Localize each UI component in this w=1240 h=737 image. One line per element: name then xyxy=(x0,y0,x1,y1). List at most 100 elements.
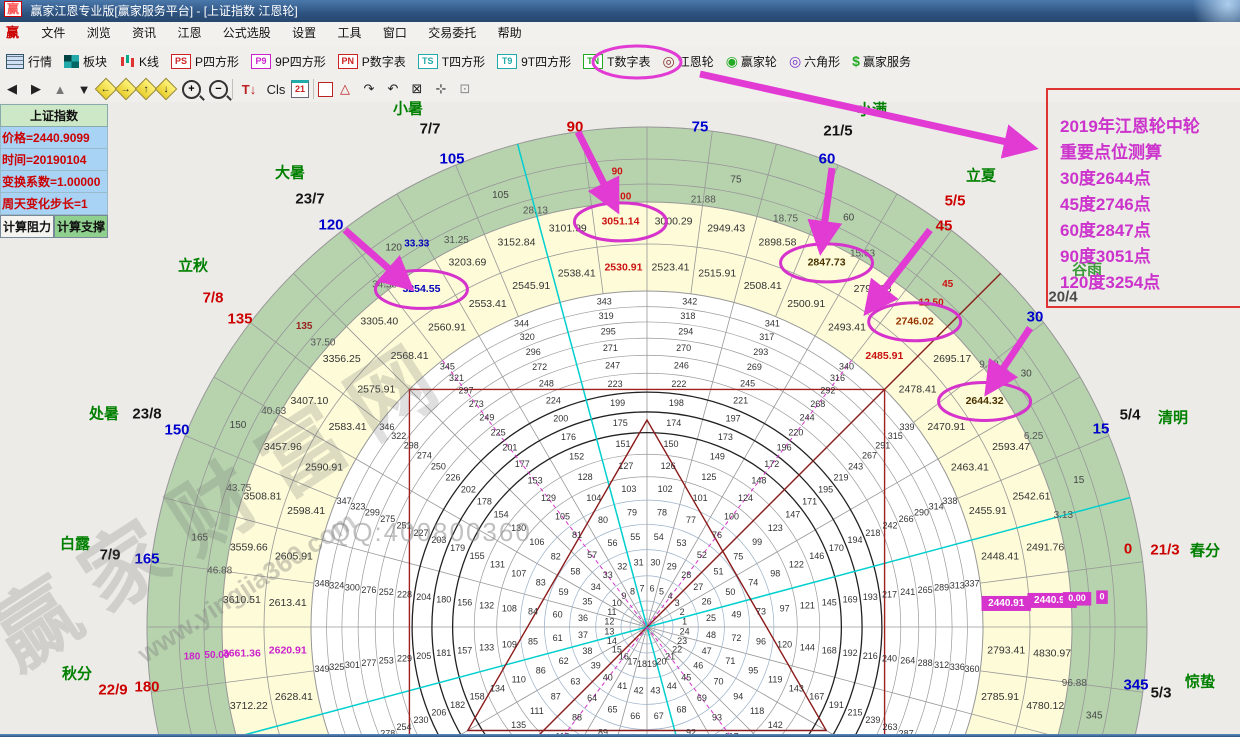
menu-file[interactable]: 文件 xyxy=(32,22,74,45)
svg-text:51: 51 xyxy=(714,566,724,576)
toolbar-t-square-button[interactable]: TS T四方形 xyxy=(412,49,491,73)
svg-text:129: 129 xyxy=(541,493,556,503)
toolbar-hexagon-button[interactable]: ◎ 六角形 xyxy=(783,49,846,73)
svg-text:87: 87 xyxy=(551,691,561,701)
menu-news[interactable]: 资讯 xyxy=(123,22,165,45)
svg-text:124: 124 xyxy=(738,493,753,503)
wheel-label-清明: 清明 xyxy=(1158,407,1188,428)
toolbar-p-square-button[interactable]: PS P四方形 xyxy=(165,49,245,73)
svg-text:17: 17 xyxy=(627,656,637,666)
ts-badge-icon: TS xyxy=(418,54,438,69)
toolbar-winner-wheel-button[interactable]: ◉ 赢家轮 xyxy=(720,49,783,73)
up-triangle-icon[interactable]: ▲ xyxy=(48,78,72,100)
time-axis-icon[interactable]: T↓ xyxy=(237,78,261,100)
rotate-cw-icon[interactable]: ↷ xyxy=(357,78,381,100)
svg-text:321: 321 xyxy=(449,373,464,383)
menu-settings[interactable]: 设置 xyxy=(283,22,325,45)
diamond-down-icon[interactable]: ↓ xyxy=(155,78,178,101)
toolbar-9p-square-button[interactable]: P9 9P四方形 xyxy=(245,49,332,73)
toolbar-t-number-table-button[interactable]: TN T数字表 xyxy=(577,49,656,73)
square-tool-icon[interactable] xyxy=(318,82,333,97)
svg-text:200: 200 xyxy=(553,413,568,423)
svg-text:60: 60 xyxy=(553,610,563,620)
svg-text:88: 88 xyxy=(572,713,582,723)
svg-text:6.25: 6.25 xyxy=(1024,431,1044,442)
sectors-blocks-icon xyxy=(64,55,79,68)
menu-trade[interactable]: 交易委托 xyxy=(419,22,485,45)
svg-text:3610.51: 3610.51 xyxy=(223,594,261,606)
svg-text:31: 31 xyxy=(634,557,644,567)
calc-support-button[interactable]: 计算支撑 xyxy=(54,215,108,238)
svg-text:96.88: 96.88 xyxy=(1062,678,1087,689)
forward-arrow-icon[interactable]: ▶ xyxy=(24,78,48,100)
svg-text:176: 176 xyxy=(561,432,576,442)
svg-text:25: 25 xyxy=(706,613,716,623)
svg-text:182: 182 xyxy=(450,700,465,710)
quotes-table-icon xyxy=(6,54,24,69)
svg-text:49: 49 xyxy=(731,610,741,620)
toolbar-gann-wheel-button[interactable]: ◎ 江恩轮 xyxy=(656,49,719,73)
svg-text:300: 300 xyxy=(345,583,360,593)
wheel-label-60: 60 xyxy=(819,151,836,168)
menu-browse[interactable]: 浏览 xyxy=(78,22,120,45)
svg-text:270: 270 xyxy=(676,343,691,353)
svg-text:228: 228 xyxy=(397,589,412,599)
svg-text:18.75: 18.75 xyxy=(773,214,798,225)
svg-text:4: 4 xyxy=(668,591,673,601)
calendar-icon[interactable]: 21 xyxy=(291,80,309,98)
svg-text:167: 167 xyxy=(809,692,824,702)
toolbar-separator xyxy=(313,79,314,99)
main-toolbar: 行情 板块 K线 PS P四方形 P9 9P四方形 PN P数字表 TS T四方… xyxy=(0,46,1240,77)
svg-text:2448.41: 2448.41 xyxy=(981,551,1019,563)
zoom-in-icon[interactable]: + xyxy=(182,80,201,99)
menu-formula-stock-pick[interactable]: 公式选股 xyxy=(214,22,280,45)
screen-tool-icon[interactable]: ⊡ xyxy=(453,78,477,100)
svg-text:38: 38 xyxy=(582,646,592,656)
svg-text:109: 109 xyxy=(502,639,517,649)
svg-text:96: 96 xyxy=(756,636,766,646)
svg-text:2500.91: 2500.91 xyxy=(787,298,825,310)
svg-text:289: 289 xyxy=(934,583,949,593)
center-point-icon[interactable]: ⊹ xyxy=(429,78,453,100)
svg-text:61: 61 xyxy=(553,633,563,643)
svg-text:265: 265 xyxy=(918,585,933,595)
svg-text:301: 301 xyxy=(345,660,360,670)
menu-gann[interactable]: 江恩 xyxy=(168,22,210,45)
toolbar-kline-button[interactable]: K线 xyxy=(113,49,165,73)
toolbar-winner-service-button[interactable]: $ 赢家服务 xyxy=(846,49,917,73)
svg-text:142: 142 xyxy=(768,720,783,730)
toolbar-p-number-table-button[interactable]: PN P数字表 xyxy=(332,49,412,73)
svg-text:2491.76: 2491.76 xyxy=(1026,542,1064,554)
menu-help[interactable]: 帮助 xyxy=(489,22,531,45)
svg-text:7: 7 xyxy=(640,584,645,594)
svg-text:229: 229 xyxy=(397,653,412,663)
back-arrow-icon[interactable]: ◀ xyxy=(0,78,24,100)
toolbar-sectors-button[interactable]: 板块 xyxy=(58,49,113,73)
down-triangle-icon[interactable]: ▼ xyxy=(72,78,96,100)
calc-resistance-button[interactable]: 计算阻力 xyxy=(0,215,54,238)
svg-text:125: 125 xyxy=(701,472,716,482)
toolbar-9t-square-button[interactable]: T9 9T四方形 xyxy=(491,49,577,73)
gann-wheel-target-icon: ◎ xyxy=(662,54,674,68)
svg-text:239: 239 xyxy=(865,715,880,725)
svg-text:172: 172 xyxy=(764,459,779,469)
svg-text:71: 71 xyxy=(725,656,735,666)
svg-text:22: 22 xyxy=(672,645,682,655)
zoom-out-icon[interactable]: − xyxy=(209,80,228,99)
svg-text:54: 54 xyxy=(654,532,664,542)
svg-text:266: 266 xyxy=(899,514,914,524)
svg-text:2785.91: 2785.91 xyxy=(981,691,1019,703)
svg-text:149: 149 xyxy=(710,452,725,462)
svg-text:247: 247 xyxy=(605,361,620,371)
menu-window[interactable]: 窗口 xyxy=(374,22,416,45)
toolbar-quotes-button[interactable]: 行情 xyxy=(0,49,58,73)
svg-text:3254.55: 3254.55 xyxy=(402,283,440,295)
menu-tools[interactable]: 工具 xyxy=(329,22,371,45)
svg-text:145: 145 xyxy=(822,597,837,607)
wheel-label-23/7: 23/7 xyxy=(295,191,324,208)
chart-area: 1234567891011121314151617181920212223242… xyxy=(0,102,1240,737)
triangle-tool-icon[interactable]: △ xyxy=(333,78,357,100)
cls-button[interactable]: Cls xyxy=(261,78,291,100)
svg-text:72: 72 xyxy=(731,633,741,643)
wheel-label-春分: 春分 xyxy=(1190,540,1220,561)
